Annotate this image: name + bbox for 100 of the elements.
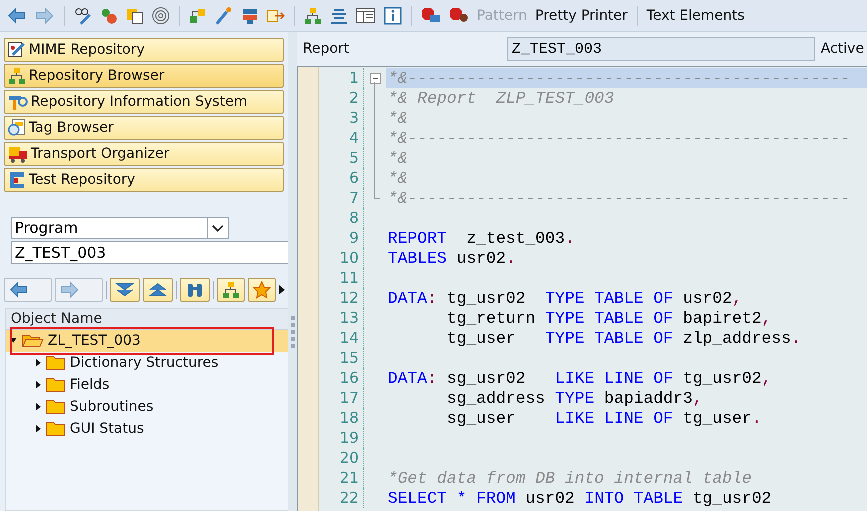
navigator-button[interactable]: Repository Information System — [4, 90, 284, 114]
line-number: 4 — [319, 128, 364, 148]
collapse-box-icon[interactable] — [370, 72, 380, 84]
code-line: *& — [387, 108, 409, 128]
tree-node[interactable]: Subroutines — [6, 396, 288, 418]
glasses-pencil-icon — [74, 6, 92, 24]
line-number: 11 — [319, 268, 364, 288]
line-number: 21 — [319, 468, 364, 488]
tree-node[interactable]: Dictionary Structures — [6, 352, 288, 374]
stop-sign-icon — [449, 6, 469, 24]
more-arrow-icon[interactable] — [279, 285, 285, 295]
hierarchy-icon — [304, 6, 322, 24]
tree-node[interactable]: GUI Status — [6, 418, 288, 440]
object-name-field[interactable]: Z_TEST_003 — [11, 241, 288, 264]
toolbar-button[interactable]: Pretty Printer — [532, 6, 631, 26]
code-line: tg_user TYPE TABLE OF zlp_address. — [446, 328, 802, 348]
expand-caret-icon[interactable] — [34, 403, 42, 411]
lines-icon — [330, 6, 348, 24]
field-label: Report — [302, 41, 350, 57]
collapse-caret-icon[interactable] — [10, 337, 18, 345]
line-number: 16 — [319, 368, 364, 388]
splitter-handle[interactable] — [290, 316, 294, 348]
code-line: tg_return TYPE TABLE OF bapiret2, — [446, 308, 773, 328]
toolbar-button[interactable]: Text Elements — [644, 6, 748, 26]
info-icon — [384, 6, 402, 24]
line-number: 3 — [319, 108, 364, 128]
line-number: 14 — [319, 328, 364, 348]
back-arrow-icon — [9, 281, 29, 299]
chevrons-up-icon — [148, 282, 168, 298]
program-name-field[interactable]: Z_TEST_003 — [507, 37, 815, 61]
status-text: Active — [821, 41, 864, 57]
line-number: 8 — [319, 208, 364, 228]
line-number: 1 — [319, 68, 364, 88]
back-button[interactable] — [4, 278, 52, 302]
navigator-button[interactable]: Test Repository — [4, 168, 284, 192]
code-line: SELECT * FROM usr02 INTO TABLE tg_usr02 — [387, 488, 773, 508]
expand-caret-icon[interactable] — [34, 359, 42, 367]
folder-icon — [46, 421, 66, 437]
navigator-button[interactable]: Transport Organizer — [4, 142, 284, 166]
node-label: Subroutines — [70, 399, 154, 415]
expand-caret-icon[interactable] — [34, 425, 42, 433]
navigator-button[interactable]: MIME Repository — [4, 38, 284, 62]
node-label: ZL_TEST_003 — [48, 333, 141, 349]
tag-icon — [8, 119, 26, 137]
line-number: 15 — [319, 348, 364, 368]
navigator-button[interactable]: Repository Browser — [4, 64, 284, 88]
folder-icon — [46, 355, 66, 371]
expand-caret-icon[interactable] — [34, 381, 42, 389]
hierarchy-button[interactable] — [217, 278, 245, 302]
stop-sign-icon — [421, 6, 441, 24]
code-line: sg_address TYPE bapiaddr3, — [446, 388, 704, 408]
expand-button[interactable] — [110, 278, 140, 302]
forward-arrow-icon — [60, 281, 80, 299]
folder-icon — [46, 377, 66, 393]
forward-arrow-icon — [35, 6, 55, 24]
line-number: 18 — [319, 408, 364, 428]
tree-node[interactable]: Fields — [6, 374, 288, 396]
line-number: 5 — [319, 148, 364, 168]
code-line: *& — [387, 148, 409, 168]
spiral-icon — [152, 6, 170, 24]
folder-icon — [46, 399, 66, 415]
column-header[interactable]: Object Name — [6, 309, 288, 330]
collapse-button[interactable] — [143, 278, 173, 302]
code-line: DATA: tg_usr02 TYPE TABLE OF usr02, — [387, 288, 744, 308]
favorites-button[interactable] — [248, 278, 276, 302]
code-line: *& Report ZLP_TEST_003 — [387, 88, 616, 108]
back-arrow-icon — [7, 6, 27, 24]
wand-icon — [215, 6, 233, 24]
star-icon — [253, 281, 271, 299]
line-number: 7 — [319, 188, 364, 208]
navigator-button[interactable]: Tag Browser — [4, 116, 284, 140]
node-label: Dictionary Structures — [70, 355, 219, 371]
code-line: *& — [387, 168, 409, 188]
line-number: 6 — [319, 168, 364, 188]
folder-icon — [22, 333, 44, 349]
line-number: 20 — [319, 448, 364, 468]
code-line: TABLES usr02. — [387, 248, 517, 268]
line-number: 17 — [319, 388, 364, 408]
hierarchy-icon — [8, 67, 26, 85]
line-number: 12 — [319, 288, 364, 308]
line-number: 2 — [319, 88, 364, 108]
code-line: *&--------------------------------------------- — [387, 128, 852, 148]
stack-icon — [241, 6, 259, 24]
code-line: sg_user LIKE LINE OF tg_user. — [446, 408, 763, 428]
line-number: 10 — [319, 248, 364, 268]
chevrons-down-icon — [115, 282, 135, 298]
truck-icon — [8, 145, 28, 163]
code-line: REPORT z_test_003. — [387, 228, 576, 248]
circles-icon — [100, 6, 118, 24]
node-label: GUI Status — [70, 421, 144, 437]
object-type-dropdown[interactable]: Program — [11, 217, 229, 239]
line-number: 22 — [319, 488, 364, 508]
find-button[interactable] — [180, 278, 210, 302]
code-line: *Get data from DB into internal table — [387, 468, 753, 488]
mime-icon — [8, 41, 26, 59]
pages-icon — [126, 6, 144, 24]
tree-node[interactable]: ZL_TEST_003 — [6, 330, 288, 352]
code-line: DATA: sg_usr02 LIKE LINE OF tg_usr02, — [387, 368, 773, 388]
window-icon — [356, 6, 376, 24]
line-number: 13 — [319, 308, 364, 328]
